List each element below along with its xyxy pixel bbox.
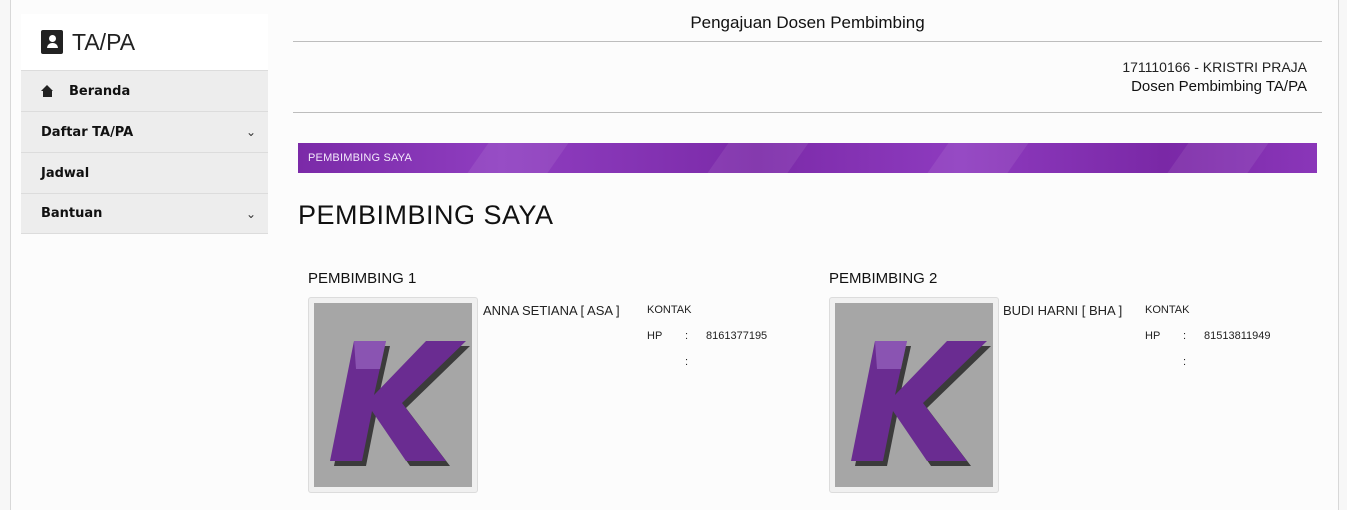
user-id: 171110166 - KRISTRI PRAJA bbox=[1122, 59, 1307, 75]
sidebar-item-beranda[interactable]: Beranda bbox=[21, 70, 268, 111]
hp-value: 81513811949 bbox=[1204, 330, 1271, 342]
brand[interactable]: TA/PA bbox=[21, 14, 268, 70]
colon: : bbox=[685, 356, 689, 368]
pembimbing-card-1: PEMBIMBING 1 ANNA SETIANA [ ASA ] KONTAK… bbox=[308, 270, 798, 493]
contact-label: KONTAK bbox=[647, 304, 692, 316]
sidebar-item-label: Beranda bbox=[69, 83, 131, 99]
colon: : bbox=[1183, 330, 1187, 342]
chevron-down-icon: ⌄ bbox=[245, 125, 256, 139]
page-title: Pengajuan Dosen Pembimbing bbox=[293, 10, 1322, 42]
hp-value: 8161377195 bbox=[706, 330, 768, 342]
address-book-icon bbox=[41, 30, 63, 54]
lecturer-photo bbox=[308, 297, 478, 493]
user-role: Dosen Pembimbing TA/PA bbox=[1131, 78, 1307, 95]
lecturer-photo bbox=[829, 297, 999, 493]
pembimbing-heading: PEMBIMBING 1 bbox=[308, 270, 417, 287]
banner-text: PEMBIMBING SAYA bbox=[308, 152, 413, 164]
contact-info: KONTAK HP : 81513811949 : bbox=[1145, 304, 1270, 382]
sidebar: TA/PA Beranda Daftar TA/PA ⌄ Jadwal Bant… bbox=[21, 14, 268, 234]
sidebar-item-label: Jadwal bbox=[41, 165, 90, 181]
hp-label: HP bbox=[1145, 330, 1161, 342]
lecturer-name: ANNA SETIANA [ ASA ] bbox=[483, 303, 620, 318]
lecturer-name: BUDI HARNI [ BHA ] bbox=[1003, 303, 1123, 318]
home-icon bbox=[41, 85, 54, 97]
contact-label: KONTAK bbox=[1145, 304, 1190, 316]
user-info: 171110166 - KRISTRI PRAJA Dosen Pembimbi… bbox=[293, 42, 1322, 113]
k-logo-icon bbox=[330, 341, 470, 466]
chevron-down-icon: ⌄ bbox=[245, 206, 256, 221]
contact-info: KONTAK HP : 8161377195 : bbox=[647, 304, 767, 382]
k-logo-icon bbox=[851, 341, 991, 466]
pembimbing-heading: PEMBIMBING 2 bbox=[829, 270, 938, 287]
hp-label: HP bbox=[647, 330, 663, 342]
sidebar-item-jadwal[interactable]: Jadwal bbox=[21, 152, 268, 193]
sidebar-item-bantuan[interactable]: Bantuan ⌄ bbox=[21, 193, 268, 234]
colon: : bbox=[685, 330, 689, 342]
brand-label: TA/PA bbox=[72, 28, 136, 55]
section-banner: PEMBIMBING SAYA bbox=[298, 143, 1317, 173]
section-title: PEMBIMBING SAYA bbox=[298, 200, 554, 230]
colon: : bbox=[1183, 356, 1187, 368]
sidebar-item-daftar[interactable]: Daftar TA/PA ⌄ bbox=[21, 111, 268, 152]
pembimbing-card-2: PEMBIMBING 2 BUDI HARNI [ BHA ] KONTAK H… bbox=[829, 270, 1319, 493]
sidebar-item-label: Bantuan bbox=[41, 206, 103, 221]
sidebar-item-label: Daftar TA/PA bbox=[41, 124, 134, 140]
